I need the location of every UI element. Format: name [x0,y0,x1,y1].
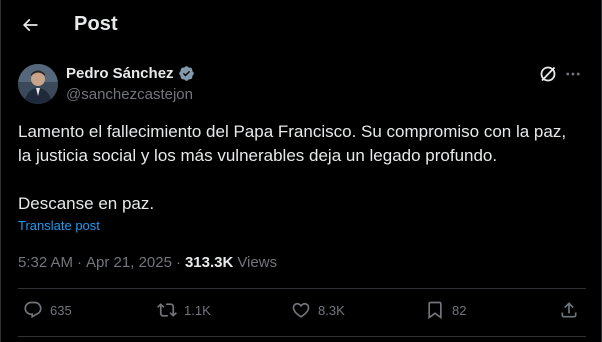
like-count: 8.3K [318,302,345,318]
meta-separator: · [175,254,181,271]
author-name[interactable]: Pedro Sánchez [66,65,195,82]
reply-button[interactable]: 635 [23,300,72,320]
grok-button[interactable] [538,64,558,84]
repost-button[interactable]: 1.1K [157,300,211,320]
reply-count: 635 [50,302,72,318]
author-handle[interactable]: @sanchezcastejon [66,86,193,103]
bookmark-button[interactable]: 82 [425,300,466,320]
page-title: Post [74,13,118,35]
avatar[interactable] [18,64,58,104]
bookmark-icon [428,301,442,320]
repost-count: 1.1K [184,302,211,318]
meta-separator: · [77,254,83,271]
verified-badge-icon [178,66,194,81]
divider [18,288,586,289]
heart-icon [292,302,310,318]
arrow-left-icon [22,18,38,32]
bookmark-count: 82 [452,302,467,318]
repost-icon [157,303,177,317]
share-icon [561,302,577,318]
reply-icon [24,301,42,319]
divider [18,336,586,337]
avatar-image [18,64,58,104]
page-header: Post [1,0,601,52]
post-meta: 5:32 AM · Apr 21, 2025 · 313.3K Views [18,254,277,271]
translate-post-link[interactable]: Translate post [18,218,100,233]
post-date[interactable]: Apr 21, 2025 [86,254,172,271]
more-dots-icon [566,72,580,76]
grok-icon [540,66,556,82]
share-button[interactable] [559,300,579,320]
views-count: 313.3K [184,254,234,271]
like-button[interactable]: 8.3K [291,300,345,320]
post-page: Post Pedro Sánchez @sanchezcastejon Lame… [0,0,602,342]
post-time[interactable]: 5:32 AM [18,254,73,271]
views-label: Views [237,254,278,271]
back-button[interactable] [13,8,47,42]
more-options-button[interactable] [563,64,583,84]
post-text: Lamento el fallecimiento del Papa Franci… [18,122,567,213]
action-bar: 635 1.1K 8.3K 82 [1,290,601,334]
author-name-text: Pedro Sánchez [66,65,174,82]
